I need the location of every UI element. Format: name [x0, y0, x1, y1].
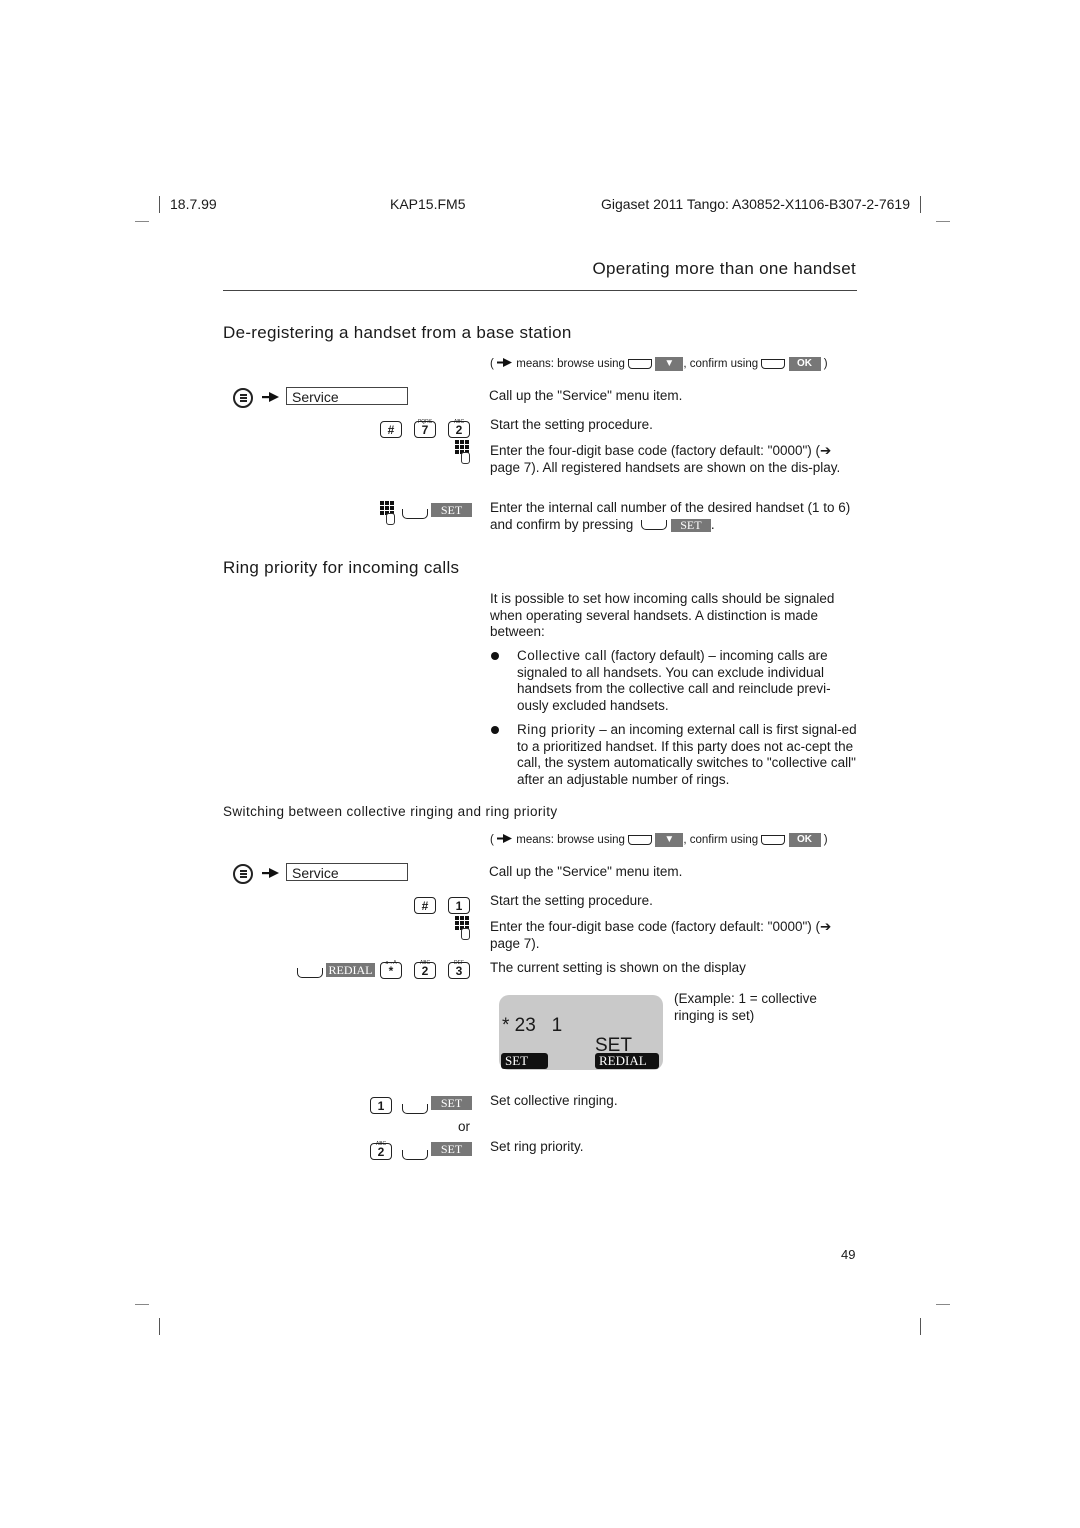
chapter-rule: [223, 290, 857, 291]
key-1[interactable]: 1: [448, 897, 470, 914]
menu-item-service[interactable]: Service: [286, 863, 408, 881]
softkey-icon[interactable]: [402, 1150, 428, 1160]
softkey-icon: [628, 835, 653, 845]
softkey-icon[interactable]: [297, 968, 323, 978]
set-softkey-label[interactable]: SET: [431, 1096, 472, 1110]
option-text: Set ring priority.: [490, 1139, 584, 1154]
step-text: The current setting is shown on the disp…: [490, 960, 746, 975]
bullet-collective-call: Collective call (factory default) – inco…: [517, 648, 831, 713]
browse-arrow-icon: [497, 358, 513, 368]
header-file: KAP15.FM5: [390, 196, 466, 212]
option-text: Set collective ringing.: [490, 1093, 618, 1108]
step-text: Enter the internal call number of the de…: [490, 500, 851, 532]
handset-display: * 23 1 SET SET REDIAL: [499, 995, 663, 1070]
display-softkey-redial: REDIAL: [595, 1053, 659, 1069]
softkey-icon: [761, 835, 786, 845]
crop-mark: [920, 1318, 921, 1335]
softkey-icon: [761, 359, 786, 369]
set-softkey-label[interactable]: SET: [431, 1142, 472, 1156]
browse-arrow-icon: [262, 868, 279, 878]
header-product: Gigaset 2011 Tango: A30852-X1106-B307-2-…: [600, 196, 910, 212]
step-text: Enter the four-digit base code (factory …: [490, 443, 841, 475]
ok-key-icon: OK: [788, 357, 821, 371]
crop-mark: [135, 1304, 149, 1305]
crop-mark: [920, 196, 921, 213]
softkey-icon[interactable]: [402, 509, 428, 519]
menu-key-icon[interactable]: [233, 388, 253, 408]
subsection-title-switching: Switching between collective ringing and…: [223, 804, 558, 819]
bullet-ring-priority: Ring priority – an incoming external cal…: [517, 722, 857, 787]
crop-mark: [936, 221, 950, 222]
ok-key-icon: OK: [788, 833, 821, 847]
menu-key-icon[interactable]: [233, 864, 253, 884]
crop-mark: [135, 221, 149, 222]
legend-line: ( means: browse using ▼, confirm using O…: [490, 833, 828, 847]
keypad-entry-icon: [380, 501, 398, 525]
step-text: Start the setting procedure.: [490, 893, 653, 908]
display-softkey-set: SET: [501, 1053, 548, 1069]
menu-item-service[interactable]: Service: [286, 387, 408, 405]
key-2[interactable]: ABC 2: [448, 419, 470, 438]
keypad-entry-icon: [455, 440, 473, 464]
hash-key[interactable]: #: [380, 421, 402, 438]
redial-softkey-label[interactable]: REDIAL: [326, 963, 375, 977]
key-2[interactable]: ABC 2: [414, 960, 436, 979]
intro-paragraph: It is possible to set how incoming calls…: [490, 591, 835, 639]
keypad-entry-icon: [455, 916, 473, 940]
browse-arrow-icon: [262, 392, 279, 402]
section-title-deregister: De-registering a handset from a base sta…: [223, 323, 572, 342]
crop-mark: [936, 1304, 950, 1305]
key-2[interactable]: ABC 2: [370, 1141, 392, 1160]
page-number: 49: [841, 1247, 856, 1262]
set-softkey-label[interactable]: SET: [431, 503, 472, 517]
step-text: Start the setting procedure.: [490, 417, 653, 432]
legend-line: ( means: browse using ▼, confirm using O…: [490, 357, 828, 371]
display-line-code: * 23 1: [502, 1015, 563, 1036]
step-text: Call up the "Service" menu item.: [489, 388, 683, 403]
bullet-icon: [491, 726, 499, 734]
section-title-ring-priority: Ring priority for incoming calls: [223, 558, 460, 577]
example-note: (Example: 1 = collective ringing is set): [674, 991, 817, 1023]
star-key[interactable]: a→A *: [380, 960, 402, 979]
softkey-icon: [641, 519, 668, 530]
crop-mark: [159, 1318, 160, 1335]
softkey-icon: [628, 359, 653, 369]
browse-arrow-icon: [497, 834, 513, 844]
key-3[interactable]: DEF 3: [448, 960, 470, 979]
key-7[interactable]: PQRS 7: [414, 419, 436, 438]
set-softkey-label: SET: [670, 518, 711, 532]
or-separator: or: [458, 1119, 471, 1134]
bullet-icon: [491, 652, 499, 660]
key-1[interactable]: 1: [370, 1097, 392, 1114]
chapter-title: Operating more than one handset: [592, 259, 856, 278]
hash-key[interactable]: #: [414, 897, 436, 914]
down-key-icon: ▼: [655, 357, 684, 371]
down-key-icon: ▼: [655, 833, 684, 847]
crop-mark: [159, 196, 160, 213]
step-text: Call up the "Service" menu item.: [489, 864, 683, 879]
softkey-icon[interactable]: [402, 1104, 428, 1114]
header-date: 18.7.99: [170, 196, 217, 212]
step-text: Enter the four-digit base code (factory …: [490, 919, 832, 951]
